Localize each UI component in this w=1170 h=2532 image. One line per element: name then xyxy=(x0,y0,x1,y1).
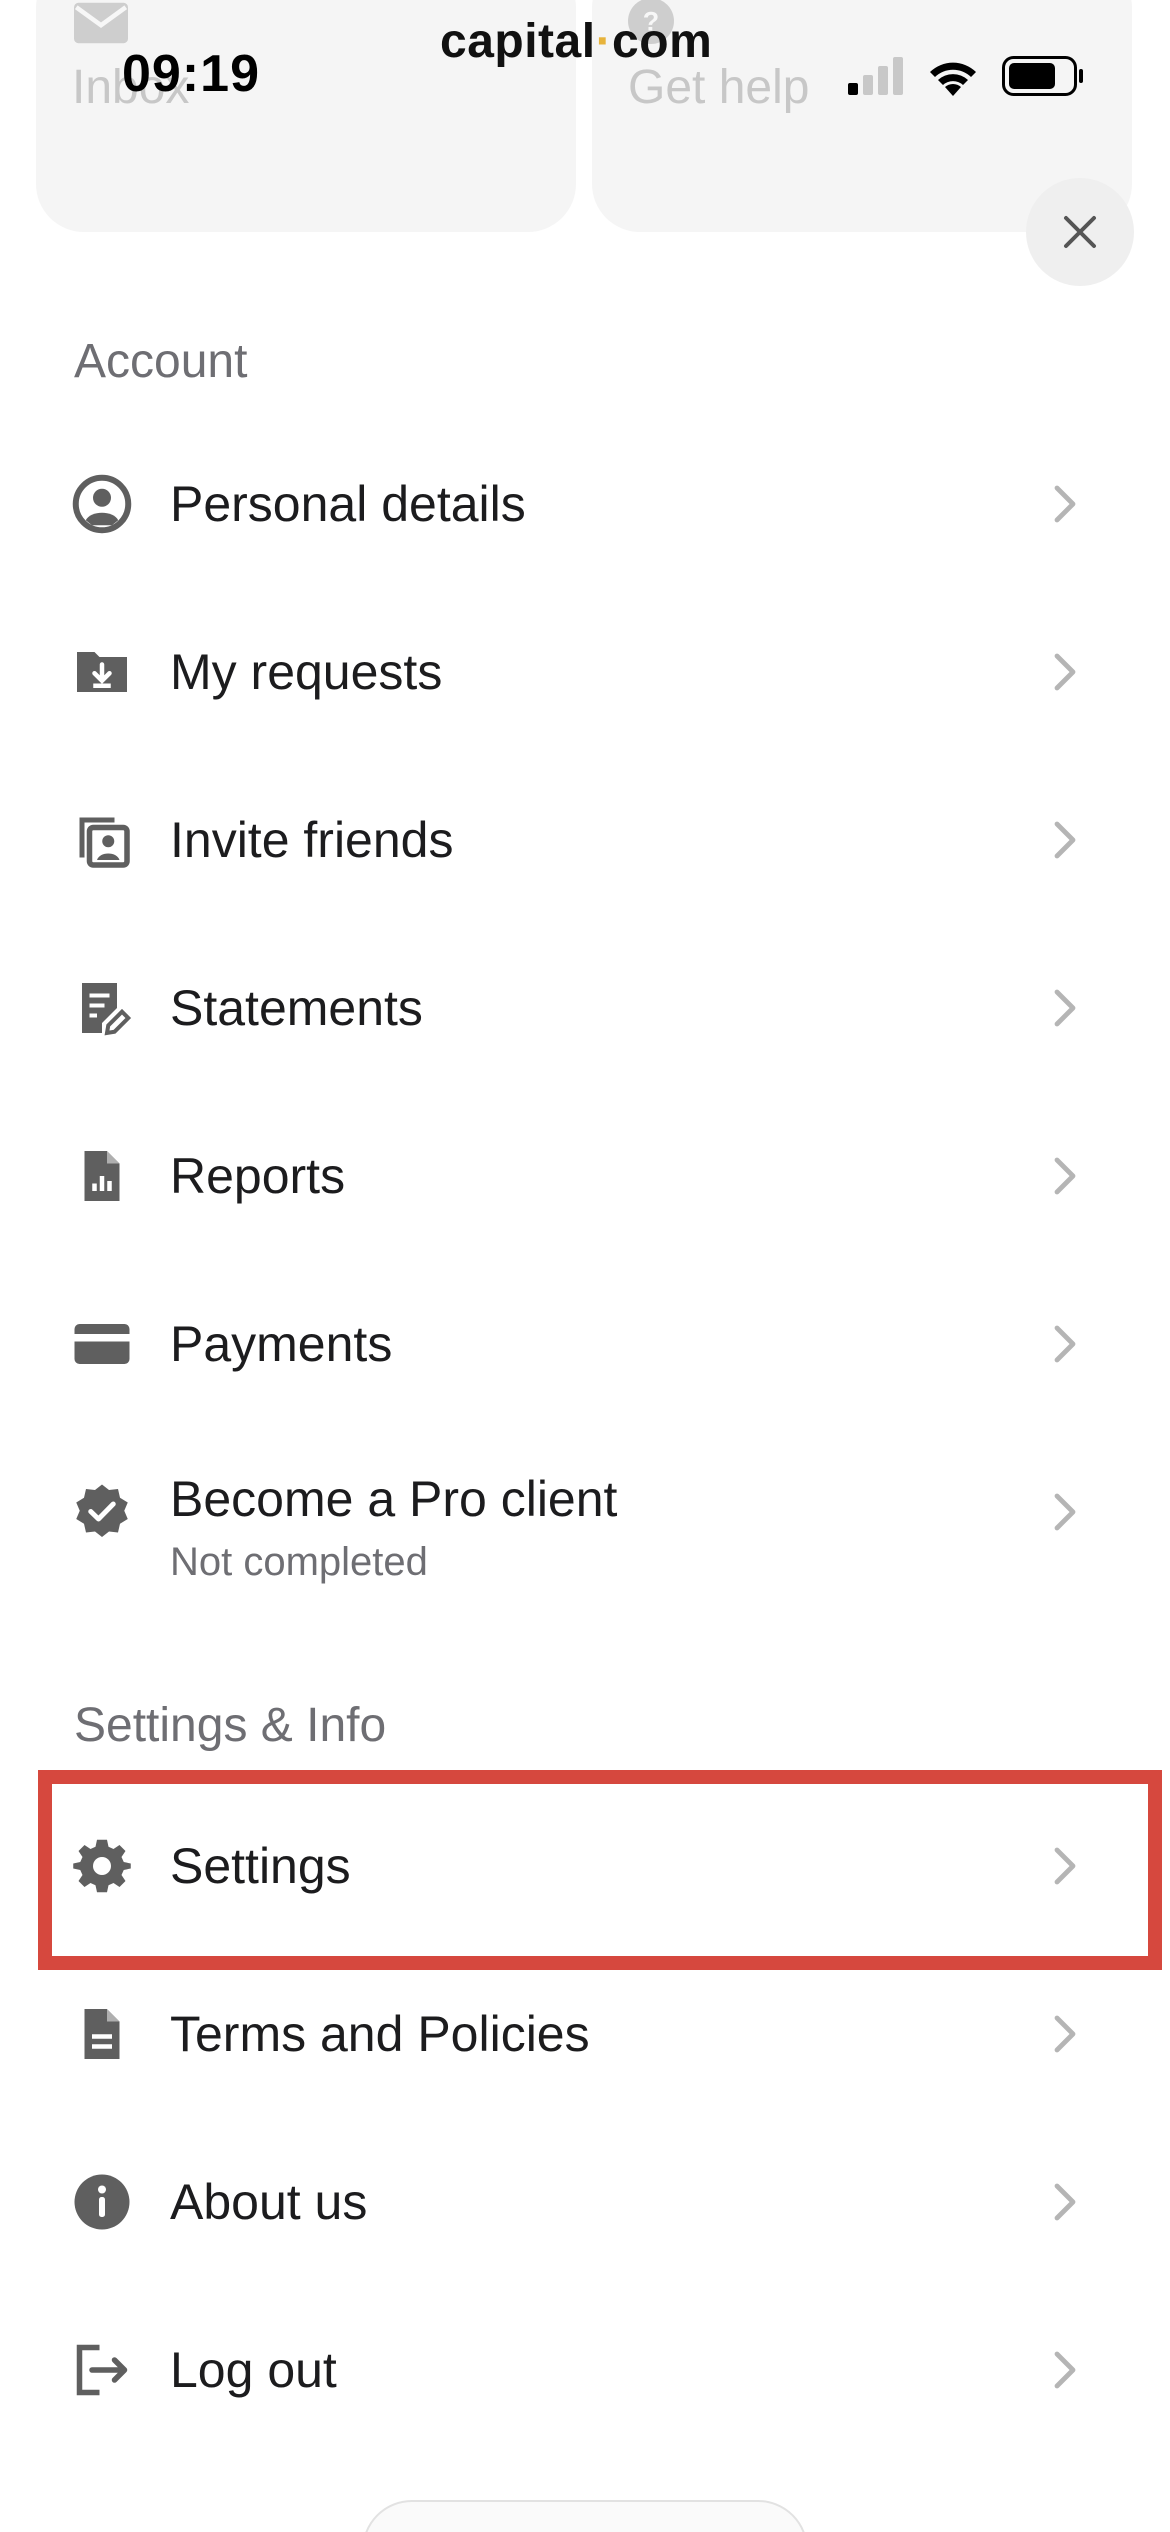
chevron-right-icon xyxy=(1054,821,1076,859)
info-icon xyxy=(74,2174,130,2230)
menu-item-label: Log out xyxy=(170,2342,337,2398)
menu-item-payments[interactable]: Payments xyxy=(0,1260,1170,1428)
menu-item-reports[interactable]: Reports xyxy=(0,1092,1170,1260)
menu-item-label: About us xyxy=(170,2174,368,2230)
chevron-right-icon xyxy=(1054,2015,1076,2053)
chevron-right-icon xyxy=(1054,2351,1076,2389)
chevron-right-icon xyxy=(1054,485,1076,523)
menu-item-statements[interactable]: Statements xyxy=(0,924,1170,1092)
bottom-button[interactable] xyxy=(362,2500,808,2532)
menu-item-status: Not completed xyxy=(170,1540,428,1584)
settings-info-section-title: Settings & Info xyxy=(74,1699,387,1752)
menu-item-label: Personal details xyxy=(170,476,526,532)
menu-item-label: My requests xyxy=(170,644,443,700)
menu-item-label: Payments xyxy=(170,1316,393,1372)
document-icon xyxy=(84,2009,120,2059)
logout-icon xyxy=(76,2344,128,2396)
chevron-right-icon xyxy=(1054,653,1076,691)
menu-item-terms-policies[interactable]: Terms and Policies xyxy=(0,1950,1170,2118)
menu-item-label: Terms and Policies xyxy=(170,2006,590,2062)
menu-item-pro-client[interactable]: Become a Pro client Not completed xyxy=(0,1428,1170,1596)
menu-item-label: Reports xyxy=(170,1148,346,1204)
verified-badge-icon xyxy=(76,1484,128,1537)
account-section-title: Account xyxy=(74,335,248,388)
wifi-icon xyxy=(930,62,976,96)
menu-item-my-requests[interactable]: My requests xyxy=(0,588,1170,756)
credit-card-icon xyxy=(74,1324,130,1364)
folder-download-icon xyxy=(77,652,127,692)
chevron-right-icon xyxy=(1054,1493,1076,1531)
brand-logo: capital·com xyxy=(440,15,713,68)
chevron-right-icon xyxy=(1054,1157,1076,1195)
menu-item-label: Invite friends xyxy=(170,812,454,868)
signal-icon xyxy=(848,57,903,95)
close-icon xyxy=(1064,216,1096,248)
menu-item-about-us[interactable]: About us xyxy=(0,2118,1170,2286)
settings-highlight-box xyxy=(38,1770,1162,1970)
report-file-icon xyxy=(84,1151,120,1201)
chevron-right-icon xyxy=(1054,2183,1076,2221)
document-edit-icon xyxy=(82,983,132,1036)
menu-item-invite-friends[interactable]: Invite friends xyxy=(0,756,1170,924)
close-button[interactable] xyxy=(1026,178,1134,286)
menu-item-personal-details[interactable]: Personal details xyxy=(0,420,1170,588)
battery-icon xyxy=(1002,56,1083,96)
status-icons xyxy=(848,56,1084,96)
chevron-right-icon xyxy=(1054,1325,1076,1363)
chevron-right-icon xyxy=(1054,989,1076,1027)
status-time: 09:19 xyxy=(122,45,260,103)
menu-item-label: Become a Pro client xyxy=(170,1471,618,1527)
user-circle-icon xyxy=(72,474,132,534)
envelope-icon xyxy=(74,2,128,44)
invite-card-icon xyxy=(79,817,130,868)
menu-item-label: Statements xyxy=(170,980,423,1036)
menu-item-log-out[interactable]: Log out xyxy=(0,2286,1170,2454)
